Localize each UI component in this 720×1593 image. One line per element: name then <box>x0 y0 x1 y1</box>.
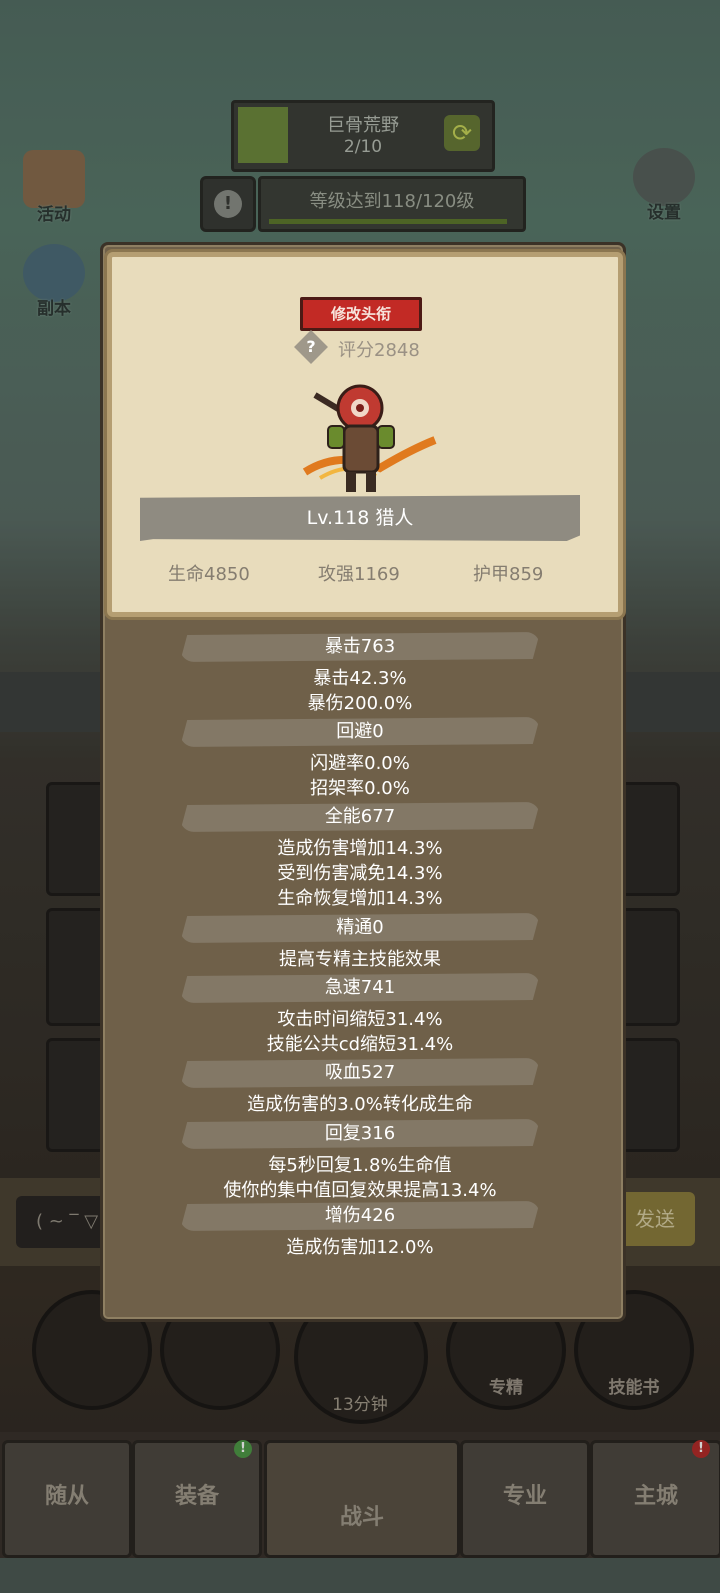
stat-line: 提高专精主技能效果 <box>279 949 441 970</box>
stat-header-lifesteal: 吸血527 <box>180 1058 540 1088</box>
stat-line: 造成伤害的3.0%转化成生命 <box>247 1094 473 1115</box>
stat-line: 闪避率0.0% <box>310 753 410 774</box>
level-name-bar: Lv.118 猎人 <box>140 495 580 541</box>
stat-header-regen: 回复316 <box>180 1119 540 1149</box>
stat-line: 造成伤害增加14.3% <box>277 838 443 859</box>
hunter-avatar <box>302 384 437 492</box>
hp-stat: 生命4850 <box>168 564 250 585</box>
edit-title-button[interactable]: 修改头衔 <box>300 297 422 331</box>
stat-header-dodge: 回避0 <box>180 717 540 747</box>
stat-header-mastery: 精通0 <box>180 913 540 943</box>
armor-stat: 护甲859 <box>473 564 544 585</box>
stat-line: 受到伤害减免14.3% <box>277 863 443 884</box>
stat-line: 使你的集中值回复效果提高13.4% <box>223 1180 497 1201</box>
stat-header-damage-boost: 增伤426 <box>180 1201 540 1231</box>
stat-line: 暴击42.3% <box>313 668 407 689</box>
stat-header-crit: 暴击763 <box>180 632 540 662</box>
stat-header-versatility: 全能677 <box>180 802 540 832</box>
stat-header-haste: 急速741 <box>180 973 540 1003</box>
stat-line: 招架率0.0% <box>310 778 410 799</box>
stat-line: 攻击时间缩短31.4% <box>277 1009 443 1030</box>
stat-line: 造成伤害加12.0% <box>286 1237 434 1258</box>
stat-line: 暴伤200.0% <box>307 693 413 714</box>
stat-line: 技能公共cd缩短31.4% <box>266 1034 454 1055</box>
stat-line: 生命恢复增加14.3% <box>277 888 443 909</box>
stat-line: 每5秒回复1.8%生命值 <box>268 1155 452 1176</box>
score-text: 评分2848 <box>338 340 420 361</box>
attack-stat: 攻强1169 <box>318 564 400 585</box>
help-icon[interactable]: ? <box>294 330 328 364</box>
